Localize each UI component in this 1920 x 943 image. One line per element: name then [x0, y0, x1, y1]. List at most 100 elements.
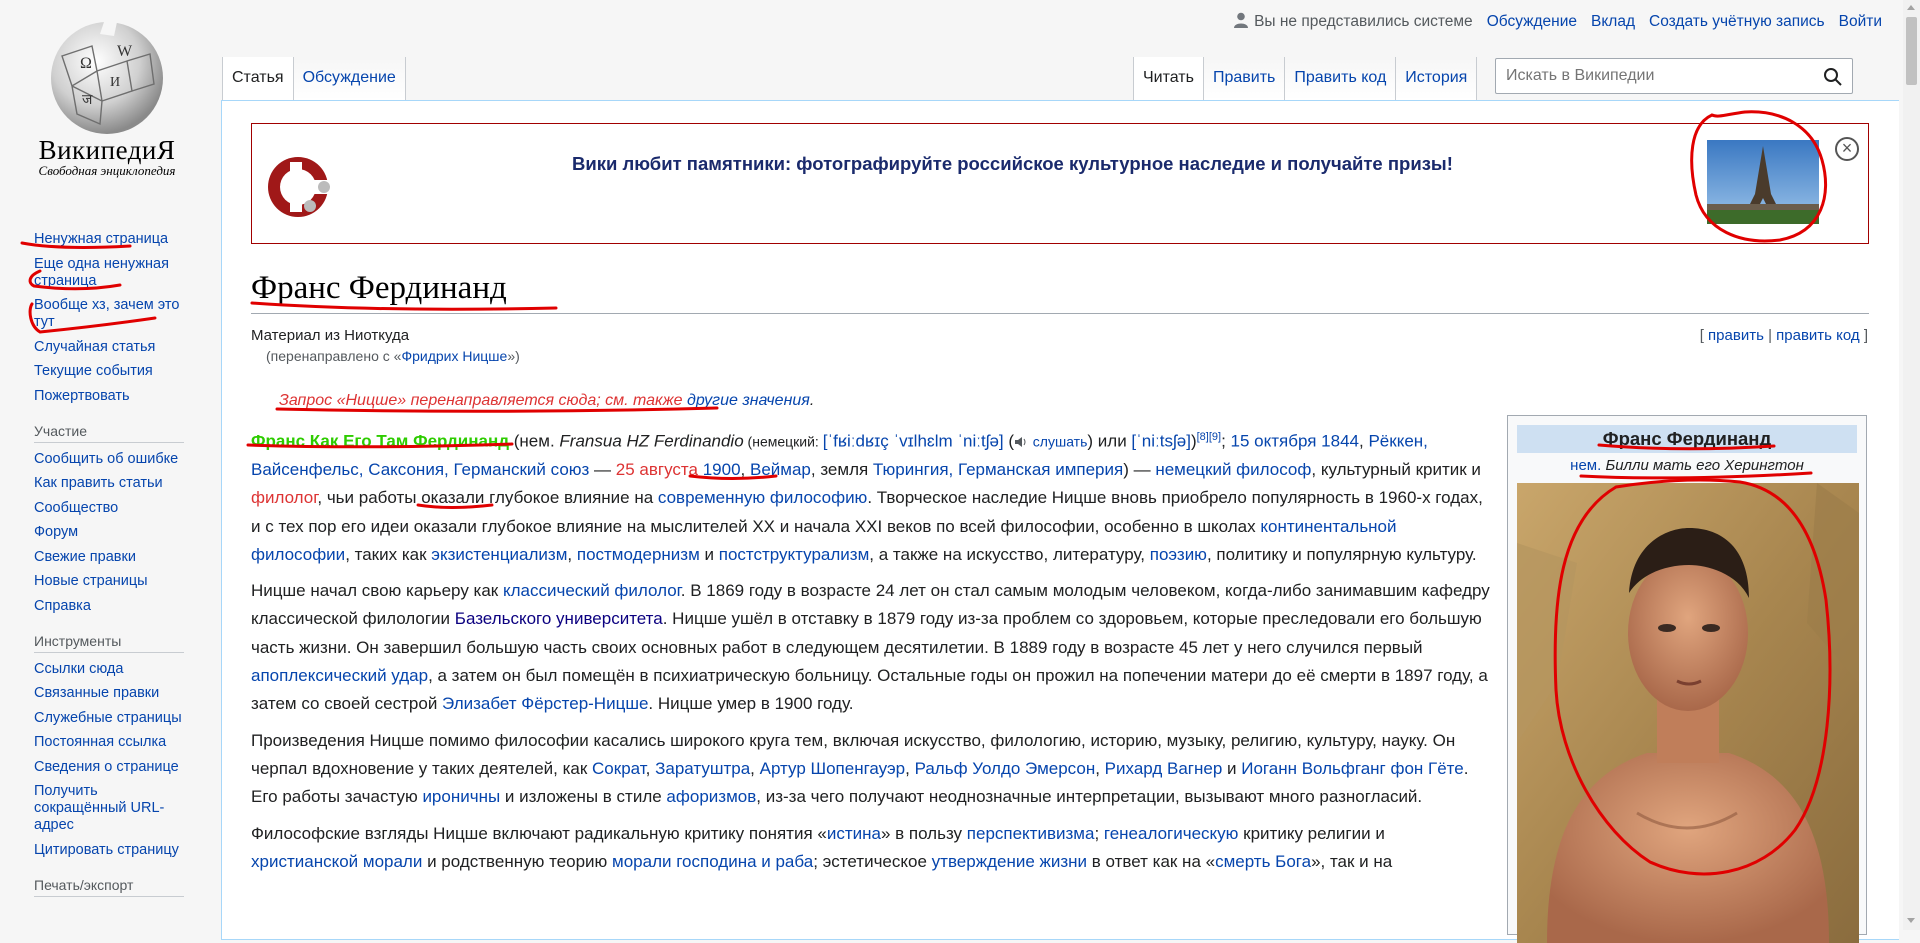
tab-edit-source[interactable]: Править код — [1285, 57, 1397, 100]
sidebar-item-report-error[interactable]: Сообщить об ошибке — [34, 451, 194, 468]
classical-philologist-link[interactable]: классический филолог — [503, 581, 681, 600]
sidebar-item-unneeded-page[interactable]: Ненужная страница — [34, 231, 194, 248]
sidebar-item-community[interactable]: Сообщество — [34, 500, 194, 517]
poetry-link[interactable]: поэзию — [1150, 545, 1207, 564]
emerson-link[interactable]: Ральф Уолдо Эмерсон — [915, 759, 1096, 778]
schopenhauer-link[interactable]: Артур Шопенгауэр — [760, 759, 906, 778]
portrait-photo[interactable] — [1517, 483, 1859, 943]
redirect-prefix: (перенаправлено с « — [266, 348, 402, 364]
poststructuralism-link[interactable]: постструктурализм — [719, 545, 870, 564]
infobox: Франс Фердинанд нем. Билли мать его Хери… — [1507, 415, 1867, 943]
sidebar-item-special-pages[interactable]: Служебные страницы — [34, 710, 194, 727]
text: , — [750, 758, 760, 778]
central-notice-banner: Вики любит памятники: фотографируйте рос… — [251, 123, 1869, 244]
sidebar-item-permanent-link[interactable]: Постоянная ссылка — [34, 734, 194, 751]
tab-read[interactable]: Читать — [1133, 57, 1204, 100]
banner-text[interactable]: Вики любит памятники: фотографируйте рос… — [572, 153, 1453, 175]
speaker-icon[interactable] — [1014, 436, 1028, 448]
language-link[interactable]: нем. — [1570, 457, 1601, 474]
tab-history[interactable]: История — [1396, 57, 1478, 100]
sidebar-item-forum[interactable]: Форум — [34, 524, 194, 541]
search-icon[interactable] — [1823, 67, 1843, 87]
tab-edit[interactable]: Править — [1203, 57, 1286, 100]
text: , — [567, 544, 577, 564]
edit-source-link[interactable]: править код — [1776, 327, 1860, 344]
sidebar-item-donate[interactable]: Пожертвовать — [34, 388, 194, 405]
death-day-link[interactable]: 25 августа — [616, 460, 698, 479]
tab-article[interactable]: Статья — [222, 57, 294, 100]
scroll-down-arrow[interactable] — [1907, 918, 1915, 923]
disambiguation-link[interactable]: другие значения — [687, 392, 810, 409]
basel-university-link[interactable]: Базельского университета — [455, 609, 663, 628]
aphorism-link[interactable]: афоризмов — [666, 787, 756, 806]
text: , из-за чего получают неоднозначные инте… — [756, 787, 1423, 807]
search-input[interactable] — [1504, 66, 1804, 86]
text: ) — — [1123, 459, 1156, 479]
login-link[interactable]: Войти — [1839, 13, 1882, 30]
sidebar-item-recent-changes[interactable]: Свежие правки — [34, 549, 194, 566]
text: . Ницше умер в 1900 году. — [648, 694, 854, 714]
hatnote-end: . — [809, 392, 815, 409]
article-body: Франс Как Его Там Фердинанд (нем. Fransu… — [251, 423, 1496, 884]
text: , политику и популярную культуру. — [1206, 544, 1477, 564]
weimar-link[interactable]: Веймар — [750, 460, 811, 479]
death-year-link[interactable]: 1900 — [703, 460, 741, 479]
truth-link[interactable]: истина — [827, 824, 881, 843]
redirect-source-link[interactable]: Фридрих Ницше — [401, 348, 507, 364]
contributions-link[interactable]: Вклад — [1591, 13, 1635, 30]
existentialism-link[interactable]: экзистенциализм — [431, 545, 567, 564]
birth-date-link[interactable]: 15 октября 1844 — [1231, 432, 1359, 451]
philologist-link[interactable]: филолог — [251, 488, 317, 507]
edit-link[interactable]: править — [1708, 327, 1764, 344]
sidebar-item-short-url[interactable]: Получить сокращённый URL-адрес — [34, 783, 194, 834]
sidebar-item-current-events[interactable]: Текущие события — [34, 363, 194, 380]
irony-link[interactable]: ироничны — [422, 787, 500, 806]
ipa-link[interactable]: [ˈfʁiːdʁɪç ˈvɪlhɛlm ˈniːtʃə] — [823, 432, 1004, 451]
sidebar-item-cite-page[interactable]: Цитировать страницу — [34, 842, 194, 859]
sidebar-item-how-to-edit[interactable]: Как править статьи — [34, 475, 194, 492]
sidebar-item-why-here[interactable]: Вообще хз, зачем это тут — [34, 297, 194, 331]
paragraph-works: Произведения Ницше помимо философии каса… — [251, 727, 1496, 812]
user-talk-link[interactable]: Обсуждение — [1487, 13, 1577, 30]
perspectivism-link[interactable]: перспективизма — [967, 824, 1095, 843]
text: и — [699, 544, 719, 564]
eiffel-tower-image — [1707, 140, 1819, 224]
stroke-link[interactable]: апоплексический удар — [251, 666, 428, 685]
zarathustra-link[interactable]: Заратуштра — [655, 759, 750, 778]
postmodernism-link[interactable]: постмодернизм — [577, 545, 700, 564]
socrates-link[interactable]: Сократ — [592, 759, 646, 778]
german-philosopher-link[interactable]: немецкий философ — [1155, 460, 1311, 479]
listen-link[interactable]: слушать — [1033, 434, 1088, 450]
scrollbar[interactable] — [1903, 0, 1920, 930]
scroll-up-arrow[interactable] — [1907, 5, 1915, 10]
thuringia-link[interactable]: Тюрингия, Германская империя — [873, 460, 1123, 479]
elisabeth-link[interactable]: Элизабет Фёрстер-Ницше — [442, 694, 648, 713]
create-account-link[interactable]: Создать учётную запись — [1649, 13, 1825, 30]
text: и — [1222, 758, 1242, 778]
reference-links[interactable]: [8][9] — [1197, 431, 1221, 443]
master-slave-morality-link[interactable]: морали господина и раба — [612, 852, 813, 871]
tab-talk[interactable]: Обсуждение — [293, 57, 406, 100]
sidebar-item-what-links-here[interactable]: Ссылки сюда — [34, 661, 194, 678]
sidebar-item-new-pages[interactable]: Новые страницы — [34, 573, 194, 590]
hatnote: Запрос «Ницше» перенаправляется сюда; см… — [279, 392, 814, 410]
sidebar-item-another-unneeded-page[interactable]: Еще одна ненужная страница — [34, 256, 194, 290]
sidebar-item-help[interactable]: Справка — [34, 598, 194, 615]
sidebar-divider — [34, 895, 184, 897]
wagner-link[interactable]: Рихард Вагнер — [1105, 759, 1223, 778]
god-is-dead-link[interactable]: смерть Бога — [1215, 852, 1311, 871]
sidebar-item-related-changes[interactable]: Связанные правки — [34, 685, 194, 702]
close-banner-button[interactable]: × — [1835, 137, 1859, 161]
sidebar-item-random-article[interactable]: Случайная статья — [34, 339, 194, 356]
sidebar-divider — [34, 441, 184, 443]
christian-morality-link[interactable]: христианской морали — [251, 852, 422, 871]
life-affirmation-link[interactable]: утверждение жизни — [932, 852, 1087, 871]
genealogy-link[interactable]: генеалогическую — [1104, 824, 1239, 843]
text: критику религии и — [1238, 823, 1385, 843]
wikipedia-logo[interactable]: Ω W И ज ВикипедиЯ Свободная энциклопедия — [22, 16, 192, 196]
scrollbar-thumb[interactable] — [1906, 17, 1917, 85]
sidebar-item-page-info[interactable]: Сведения о странице — [34, 759, 194, 776]
ipa-link-2[interactable]: [ˈniːtsʃə] — [1131, 432, 1191, 451]
goethe-link[interactable]: Иоганн Вольфганг фон Гёте — [1241, 759, 1464, 778]
modern-philosophy-link[interactable]: современную философию — [658, 488, 867, 507]
